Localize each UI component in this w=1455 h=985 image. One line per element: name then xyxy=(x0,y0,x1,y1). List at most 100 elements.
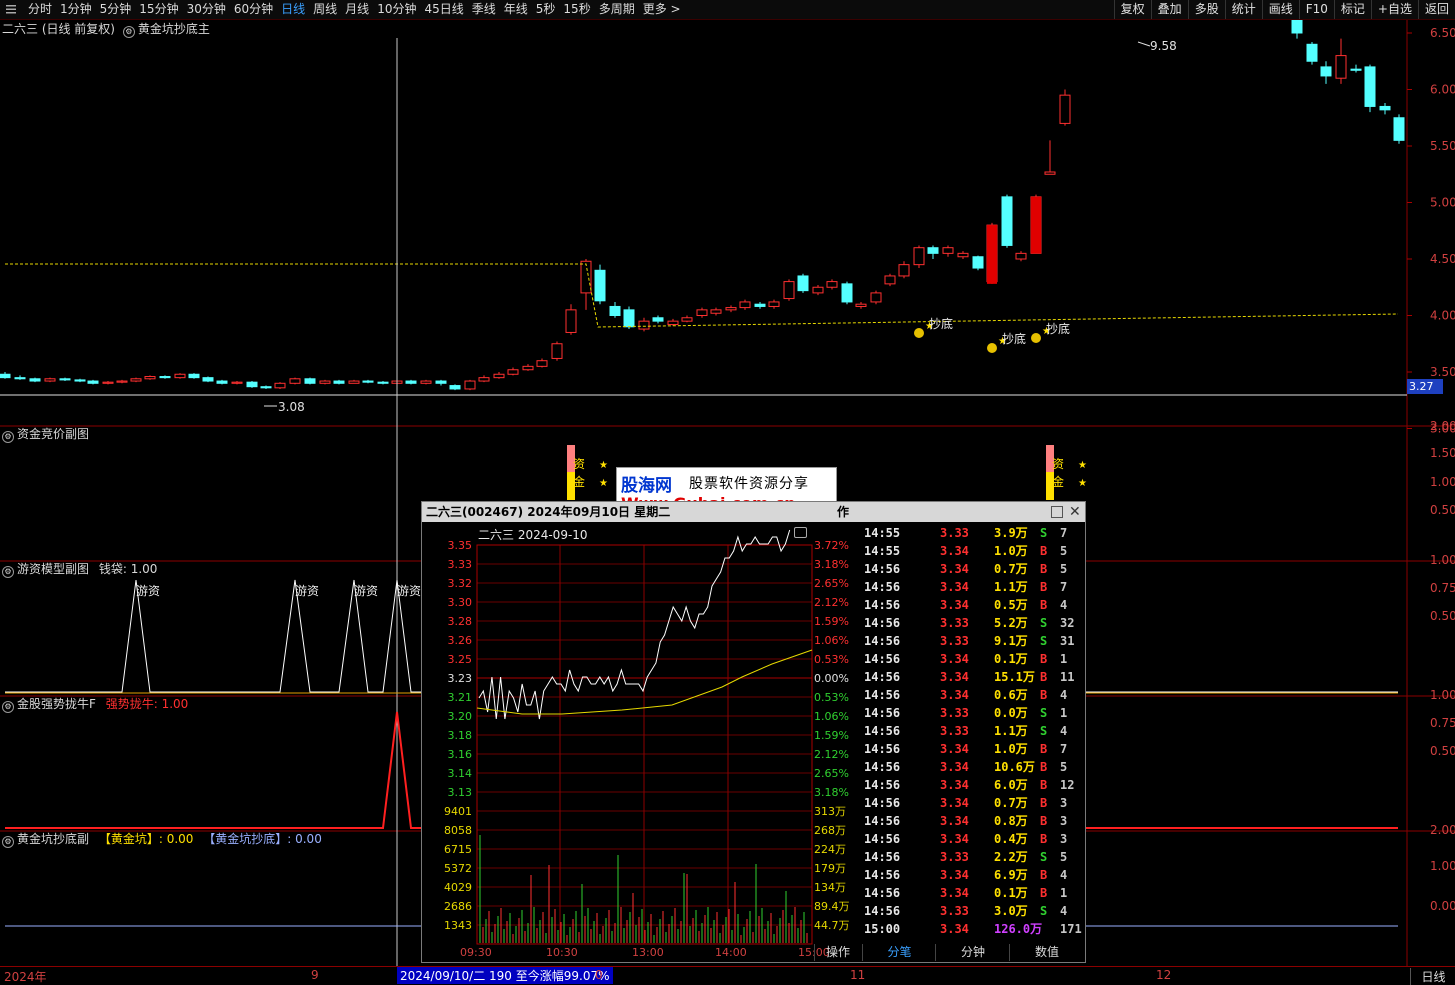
trade-volume: 0.1万 xyxy=(994,886,1028,900)
timeframe-tab[interactable]: 年线 xyxy=(500,0,532,19)
trade-count: 3 xyxy=(1060,796,1068,810)
trade-row: 14:56 3.34 0.1万 B 1 xyxy=(862,884,1084,902)
trade-row: 14:56 3.34 6.9万 B 4 xyxy=(862,866,1084,884)
trade-price: 3.33 xyxy=(940,526,969,540)
sub1-title: ⚙ 资金竞价副图 xyxy=(2,426,89,443)
sub4-title-text[interactable]: 黄金坑抄底副 xyxy=(17,832,89,846)
trade-volume: 1.1万 xyxy=(994,724,1028,738)
candle-body xyxy=(29,378,41,382)
timeframe-tab[interactable]: 月线 xyxy=(341,0,373,19)
candle-body xyxy=(972,256,984,269)
timeframe-tab[interactable]: 45日线 xyxy=(420,0,467,19)
trade-time: 14:56 xyxy=(864,670,901,684)
timeframe-tab[interactable]: 周线 xyxy=(309,0,341,19)
timeframe-tab[interactable]: 5秒 xyxy=(532,0,560,19)
popup-titlebar[interactable]: 二六三(002467) 2024年09月10日 星期二 作 ✕ xyxy=(422,502,1085,522)
candle-body xyxy=(87,380,99,384)
trade-count: 3 xyxy=(1060,832,1068,846)
operate-button[interactable]: 操作 xyxy=(814,944,861,961)
sub2-title: ⚙ 游资模型副图 钱袋: 1.00 xyxy=(2,561,157,578)
trade-row: 14:56 3.34 0.5万 B 4 xyxy=(862,596,1084,614)
tool-button[interactable]: +自选 xyxy=(1370,0,1418,19)
main-indicator-name[interactable]: 黄金坑抄底主 xyxy=(138,22,210,36)
trade-count: 1 xyxy=(1060,706,1068,720)
tab-ticks[interactable]: 分笔 xyxy=(862,944,936,961)
candle-body xyxy=(1393,117,1405,141)
timeframe-tab[interactable]: 更多 > xyxy=(639,0,685,19)
trade-volume: 0.4万 xyxy=(994,832,1028,846)
period-button[interactable]: 日线 xyxy=(1410,968,1455,985)
sub2-title-text[interactable]: 游资模型副图 xyxy=(17,562,89,576)
timeframe-tab[interactable]: 10分钟 xyxy=(373,0,420,19)
current-price-tag: 3.27 xyxy=(1407,379,1443,394)
candle-body xyxy=(289,378,301,384)
menu-icon[interactable] xyxy=(6,3,16,15)
popup-price-label: 3.18 xyxy=(448,729,473,742)
trade-price: 3.33 xyxy=(940,904,969,918)
trade-time: 14:56 xyxy=(864,724,901,738)
sub4-title: ⚙ 黄金坑抄底副 【黄金坑】: 0.00 【黄金坑抄底】: 0.00 xyxy=(2,831,322,848)
settings-icon[interactable]: ⚙ xyxy=(2,431,14,443)
trade-side: S xyxy=(1040,634,1048,648)
popup-vol-label: 5372 xyxy=(444,862,472,875)
close-icon[interactable]: ✕ xyxy=(1069,502,1081,522)
candle-body xyxy=(1306,43,1318,62)
timeframe-tab[interactable]: 季线 xyxy=(468,0,500,19)
sub-y-label: 0.50 xyxy=(1430,609,1455,623)
timeframe-tab[interactable]: 分时 xyxy=(24,0,56,19)
trade-time: 14:56 xyxy=(864,778,901,792)
sub1-title-text[interactable]: 资金竞价副图 xyxy=(17,427,89,441)
tool-button[interactable]: 复权 xyxy=(1113,0,1151,19)
timeframe-tab[interactable]: 15秒 xyxy=(559,0,594,19)
candle-body xyxy=(174,373,186,379)
timeframe-tab[interactable]: 多周期 xyxy=(595,0,639,19)
maximize-icon[interactable] xyxy=(1051,506,1063,518)
trade-price: 3.34 xyxy=(940,778,969,792)
intraday-popup[interactable]: 二六三(002467) 2024年09月10日 星期二 作 ✕ 二六三 2024… xyxy=(421,501,1086,963)
trade-count: 4 xyxy=(1060,724,1068,738)
timeframe-tab[interactable]: 日线 xyxy=(277,0,309,19)
popup-vol-right-label: 134万 xyxy=(814,881,846,894)
trade-volume: 6.0万 xyxy=(994,778,1028,792)
tool-button[interactable]: 统计 xyxy=(1224,0,1262,19)
candle-body xyxy=(898,264,910,277)
tool-button[interactable]: 多股 xyxy=(1187,0,1225,19)
popup-vol-right-label: 179万 xyxy=(814,862,846,875)
timeframe-tab[interactable]: 5分钟 xyxy=(96,0,136,19)
trade-side: B xyxy=(1040,688,1048,702)
popup-pct-label: 1.06% xyxy=(814,634,849,647)
popup-time-label: 09:30 xyxy=(460,946,492,959)
settings-icon[interactable]: ⚙ xyxy=(2,566,14,578)
tab-minutes[interactable]: 分钟 xyxy=(935,944,1010,961)
tool-button[interactable]: 返回 xyxy=(1417,0,1455,19)
trade-side: S xyxy=(1040,904,1048,918)
popup-vol-label: 2686 xyxy=(444,900,472,913)
settings-icon[interactable]: ⚙ xyxy=(2,836,14,848)
timeframe-tab[interactable]: 30分钟 xyxy=(183,0,230,19)
tool-button[interactable]: 叠加 xyxy=(1150,0,1188,19)
popup-pct-label: 2.65% xyxy=(814,767,849,780)
candle-body xyxy=(623,309,635,328)
timeframe-tab[interactable]: 1分钟 xyxy=(56,0,96,19)
tool-button[interactable]: F10 xyxy=(1298,0,1334,19)
tool-button[interactable]: 画线 xyxy=(1261,0,1299,19)
candle-body xyxy=(159,376,171,379)
sub-y-label: 2.00 xyxy=(1430,823,1455,837)
timeframe-tab[interactable]: 15分钟 xyxy=(135,0,182,19)
timeframe-tab[interactable]: 60分钟 xyxy=(230,0,277,19)
trade-price: 3.33 xyxy=(940,724,969,738)
trade-volume: 0.6万 xyxy=(994,688,1028,702)
trade-price: 3.34 xyxy=(940,562,969,576)
trade-price: 3.34 xyxy=(940,544,969,558)
tab-values[interactable]: 数值 xyxy=(1009,944,1084,961)
tool-button[interactable]: 标记 xyxy=(1333,0,1371,19)
trade-price: 3.34 xyxy=(940,832,969,846)
candle-body xyxy=(478,377,490,382)
popup-vol-label: 9401 xyxy=(444,805,472,818)
trade-count: 171 xyxy=(1060,922,1082,936)
settings-icon[interactable]: ⚙ xyxy=(2,701,14,713)
trade-volume: 1.0万 xyxy=(994,742,1028,756)
settings-icon[interactable]: ⚙ xyxy=(122,26,135,38)
sub3-title-text[interactable]: 金股强势拢牛F xyxy=(17,697,96,711)
trade-volume: 1.1万 xyxy=(994,580,1028,594)
